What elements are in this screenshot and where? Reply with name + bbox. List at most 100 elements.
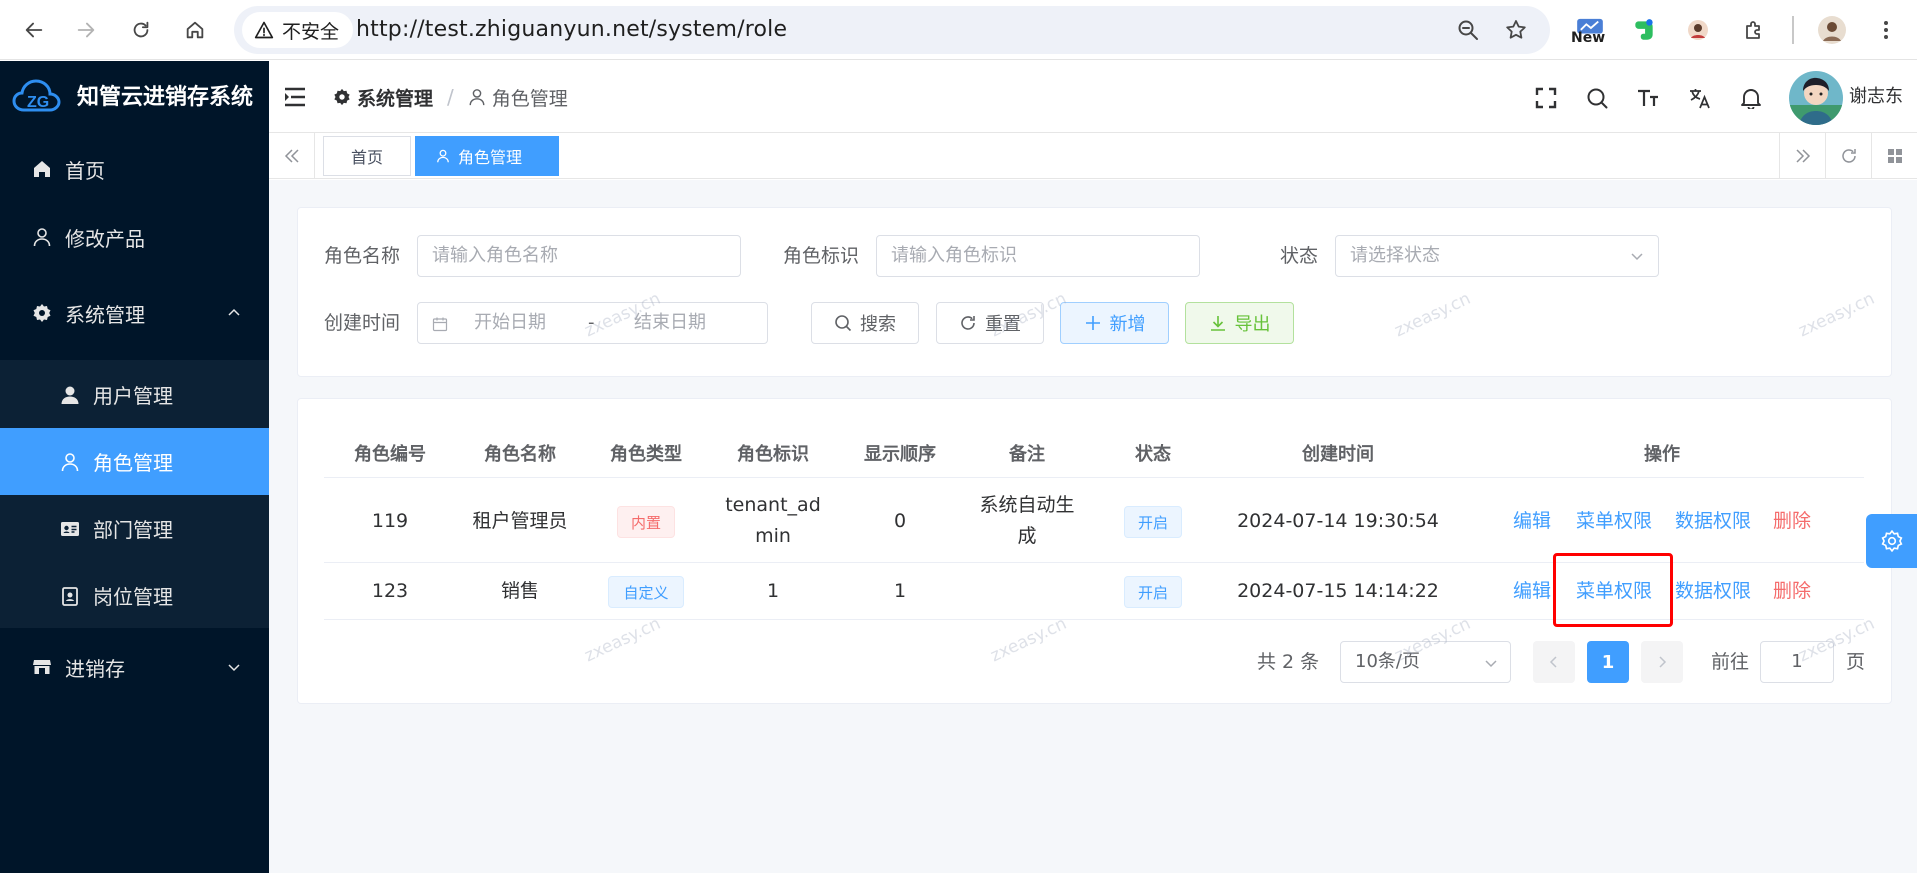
export-button[interactable]: 导出 bbox=[1185, 302, 1294, 344]
sidebar-item-label: 用户管理 bbox=[93, 384, 173, 408]
font-size-icon[interactable] bbox=[1637, 87, 1659, 109]
browser-menu-icon[interactable] bbox=[1868, 12, 1904, 48]
app-header: 系统管理 / 角色管理 谢志东 bbox=[269, 61, 1917, 133]
next-page-button[interactable] bbox=[1641, 641, 1683, 683]
search-button-label: 搜索 bbox=[860, 314, 896, 335]
delete-link[interactable]: 删除 bbox=[1773, 506, 1811, 537]
tag-roles[interactable]: 角色管理 bbox=[415, 136, 559, 176]
url-text[interactable]: http://test.zhiguanyun.net/system/role bbox=[356, 6, 787, 54]
menu-permission-link[interactable]: 菜单权限 bbox=[1576, 506, 1652, 537]
address-bar[interactable]: 不安全 http://test.zhiguanyun.net/system/ro… bbox=[234, 6, 1550, 54]
cell-id: 119 bbox=[371, 510, 409, 532]
search-button[interactable]: 搜索 bbox=[811, 302, 919, 344]
security-indicator[interactable]: 不安全 bbox=[242, 12, 354, 48]
sidebar-logo[interactable]: ZG 知管云进销存系统 bbox=[0, 61, 269, 135]
sidebar-item-system[interactable]: 系统管理 bbox=[0, 279, 269, 347]
home-button[interactable] bbox=[175, 10, 215, 50]
column-header-type: 角色类型 bbox=[610, 444, 682, 465]
add-button[interactable]: 新增 bbox=[1060, 302, 1169, 344]
reload-button[interactable] bbox=[121, 10, 161, 50]
sidebar-item-label: 角色管理 bbox=[93, 451, 173, 475]
cell-created: 2024-07-15 14:14:22 bbox=[1237, 580, 1439, 602]
sidebar-item-edit-product[interactable]: 修改产品 bbox=[0, 203, 269, 271]
post-icon bbox=[62, 586, 78, 606]
user-name[interactable]: 谢志东 bbox=[1849, 61, 1903, 133]
cell-created: 2024-07-14 19:30:54 bbox=[1237, 510, 1439, 532]
page-number-current[interactable]: 1 bbox=[1587, 641, 1629, 683]
user-filled-icon bbox=[61, 386, 79, 404]
delete-link[interactable]: 删除 bbox=[1773, 576, 1811, 607]
bell-icon[interactable] bbox=[1740, 87, 1762, 109]
tags-scroll-right-button[interactable] bbox=[1779, 133, 1825, 179]
data-permission-link[interactable]: 数据权限 bbox=[1675, 506, 1751, 537]
page-suffix-label: 页 bbox=[1846, 651, 1866, 673]
sidebar-item-posts[interactable]: 岗位管理 bbox=[0, 562, 269, 629]
column-header-id: 角色编号 bbox=[354, 444, 426, 465]
home-icon bbox=[34, 161, 50, 177]
sidebar-item-home[interactable]: 首页 bbox=[0, 135, 269, 203]
back-button[interactable] bbox=[14, 10, 54, 50]
sidebar-item-departments[interactable]: 部门管理 bbox=[0, 495, 269, 562]
goto-label: 前往 bbox=[1711, 651, 1750, 673]
chevron-up-icon bbox=[228, 308, 240, 316]
role-name-input[interactable]: 请输入角色名称 bbox=[417, 235, 741, 277]
cell-key-line2: min bbox=[755, 525, 791, 547]
hamburger-icon[interactable] bbox=[284, 87, 306, 107]
status-select[interactable]: 请选择状态 bbox=[1335, 235, 1659, 277]
forward-button[interactable] bbox=[66, 10, 106, 50]
sidebar-item-inventory[interactable]: 进销存 bbox=[0, 633, 269, 701]
avatar[interactable] bbox=[1789, 71, 1843, 125]
gear-icon bbox=[33, 304, 51, 322]
evernote-extension-icon[interactable] bbox=[1626, 12, 1662, 48]
role-key-label: 角色标识 bbox=[783, 245, 860, 267]
edit-link[interactable]: 编辑 bbox=[1513, 506, 1551, 537]
search-card bbox=[297, 207, 1892, 377]
bookmark-star-icon[interactable] bbox=[1504, 18, 1528, 42]
fullscreen-icon[interactable] bbox=[1535, 87, 1557, 109]
grid-icon bbox=[1887, 149, 1902, 163]
column-header-remark: 备注 bbox=[1009, 444, 1045, 465]
settings-floating-button[interactable] bbox=[1866, 514, 1917, 568]
tags-scroll-left-button[interactable] bbox=[269, 133, 315, 179]
id-card-icon bbox=[61, 521, 79, 536]
menu-permission-link[interactable]: 菜单权限 bbox=[1576, 576, 1652, 607]
arrow-left-icon bbox=[25, 22, 43, 38]
zoom-icon[interactable] bbox=[1456, 18, 1480, 42]
extensions-puzzle-icon[interactable] bbox=[1736, 12, 1772, 48]
cell-remark-line1: 系统自动生 bbox=[979, 494, 1075, 516]
breadcrumb-label: 角色管理 bbox=[491, 87, 568, 110]
table-header-divider bbox=[324, 477, 1864, 478]
table-row-divider bbox=[324, 562, 1864, 563]
status-badge: 开启 bbox=[1124, 506, 1182, 538]
edit-link[interactable]: 编辑 bbox=[1513, 576, 1551, 607]
user-icon bbox=[469, 89, 485, 106]
tag-label: 角色管理 bbox=[458, 148, 523, 167]
avatar-extension-icon[interactable] bbox=[1680, 12, 1716, 48]
cell-name: 租户管理员 bbox=[472, 510, 568, 532]
role-type-badge: 自定义 bbox=[608, 576, 684, 608]
breadcrumb-item-system[interactable]: 系统管理 bbox=[333, 84, 433, 111]
sidebar-item-roles[interactable]: 角色管理 bbox=[0, 428, 269, 495]
status-placeholder: 请选择状态 bbox=[1350, 245, 1440, 266]
role-key-input[interactable]: 请输入角色标识 bbox=[876, 235, 1200, 277]
data-permission-link[interactable]: 数据权限 bbox=[1675, 576, 1751, 607]
export-button-label: 导出 bbox=[1234, 314, 1271, 335]
search-icon[interactable] bbox=[1586, 87, 1608, 109]
start-date-input[interactable]: 开始日期 bbox=[474, 303, 546, 343]
translate-icon[interactable] bbox=[1689, 87, 1711, 109]
plus-icon bbox=[1085, 316, 1100, 330]
browser-toolbar: 不安全 http://test.zhiguanyun.net/system/ro… bbox=[0, 0, 1917, 60]
profile-avatar-icon[interactable] bbox=[1814, 12, 1850, 48]
role-name-label: 角色名称 bbox=[324, 245, 401, 267]
tag-home[interactable]: 首页 bbox=[323, 136, 411, 176]
cell-order: 0 bbox=[893, 510, 907, 532]
tags-menu-button[interactable] bbox=[1871, 133, 1917, 179]
sidebar-item-users[interactable]: 用户管理 bbox=[0, 361, 269, 428]
column-header-order: 显示顺序 bbox=[864, 444, 936, 465]
chevron-right-icon bbox=[1659, 656, 1667, 668]
double-chevron-right-icon bbox=[1795, 149, 1810, 163]
home-outline-icon bbox=[186, 21, 204, 39]
prev-page-button[interactable] bbox=[1533, 641, 1575, 683]
tags-refresh-button[interactable] bbox=[1825, 133, 1871, 179]
sidebar-item-label: 岗位管理 bbox=[93, 585, 173, 609]
